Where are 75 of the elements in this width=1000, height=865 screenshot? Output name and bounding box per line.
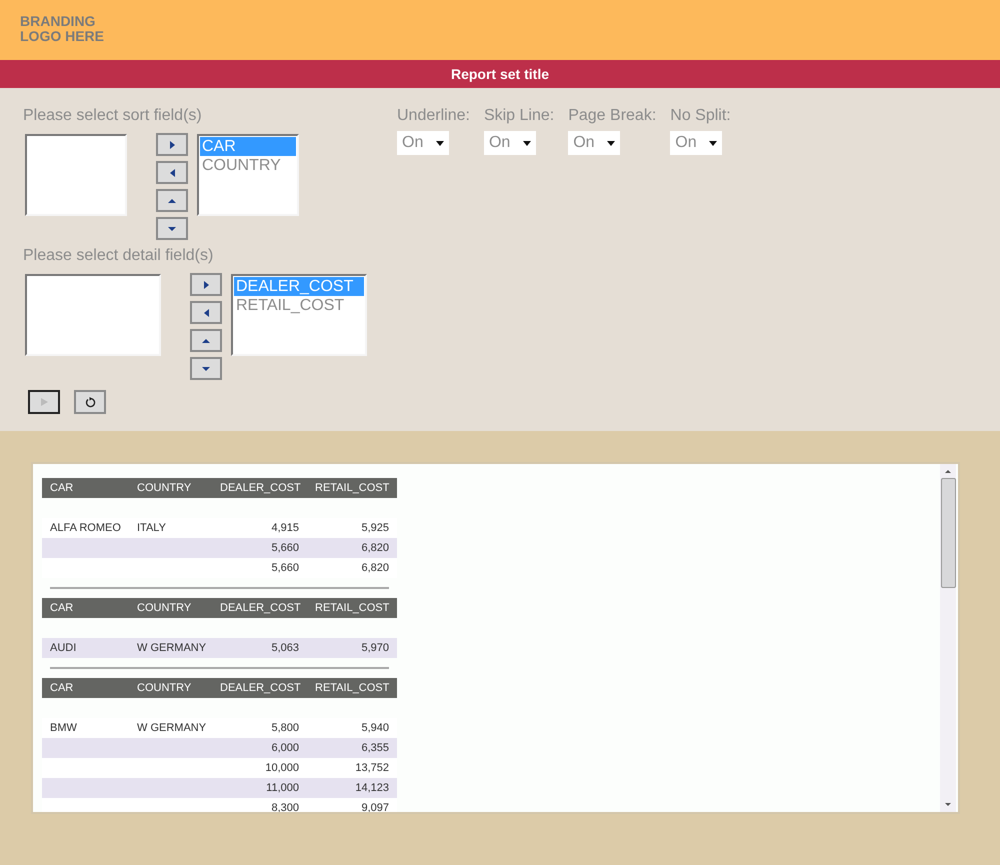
option-label: No Split: [670,106,731,126]
column-header: DEALER_COST [219,480,302,496]
move-left-button[interactable] [156,161,188,184]
branding-logo-text: LOGO HERE [20,29,106,44]
list-option[interactable]: RETAIL_COST [234,296,364,315]
run-button[interactable] [28,390,60,414]
reset-button[interactable] [74,390,106,414]
table-cell-text: ITALY [136,520,167,536]
dropdown-caret-icon [607,140,616,146]
option-dropdown[interactable]: On [568,131,620,155]
option-dropdown[interactable]: On [484,131,536,155]
table-cell-text: 5,925 [360,520,390,536]
dropdown-caret-icon [522,140,531,146]
column-header: DEALER_COST [219,600,302,616]
table-cell-text: 6,820 [360,560,390,576]
available-fields-list[interactable] [25,134,127,216]
table-cell-text: 5,660 [270,560,300,576]
table-cell-text: 6,355 [360,740,390,756]
play-icon [39,397,49,407]
scrollbar-thumb[interactable] [940,478,956,588]
triangle-right-icon [167,140,177,150]
table-cell-text: 9,097 [360,800,390,812]
dropdown-caret-icon [709,140,718,146]
table-cell-text: 10,000 [264,760,300,776]
column-header: RETAIL_COST [314,680,390,696]
field-picker-label: Please select detail field(s) [23,246,214,266]
move-down-button[interactable] [156,217,188,240]
report-title: Report set title [450,64,549,84]
move-down-button[interactable] [190,357,222,380]
table-cell-text: W GERMANY [136,720,208,736]
table-cell-text: 5,940 [360,720,390,736]
triangle-right-icon [201,280,211,290]
table-cell-text: AUDI [49,640,78,656]
branding-logo-text: BRANDING [20,14,96,29]
table-cell-text: 4,915 [270,520,300,536]
table-cell-text: 5,660 [270,540,300,556]
move-left-button[interactable] [190,301,222,324]
table-cell-text: BMW [49,720,78,736]
table-cell-text: W GERMANY [136,640,208,656]
option-label: Skip Line: [484,106,554,126]
move-up-button[interactable] [156,189,188,212]
option-label: Page Break: [568,106,656,126]
column-header: COUNTRY [136,600,192,616]
table-cell-text: 5,800 [270,720,300,736]
refresh-icon [84,396,96,408]
column-header: DEALER_COST [219,680,302,696]
dropdown-caret-icon [436,140,444,146]
option-dropdown[interactable]: On [670,131,722,155]
column-header: CAR [49,680,74,696]
move-up-button[interactable] [190,329,222,352]
option-label: Underline: [397,106,470,126]
move-right-button[interactable] [156,133,188,156]
scrollbar[interactable] [940,464,956,812]
table-cell-text: 6,000 [270,740,300,756]
table-cell-text: 5,063 [270,640,300,656]
list-option[interactable]: COUNTRY [200,156,296,175]
column-header: CAR [49,480,74,496]
list-option[interactable]: CAR [200,137,296,156]
table-cell-text: 13,752 [354,760,390,776]
table-cell-text: 5,970 [360,640,390,656]
move-right-button[interactable] [190,273,222,296]
table-cell-text: 11,000 [265,780,300,796]
column-header: COUNTRY [136,480,192,496]
column-header: CAR [49,600,74,616]
available-fields-list[interactable] [25,274,161,356]
table-cell-text: ALFA ROMEO [49,520,122,536]
table-cell-text: 14,123 [354,780,390,796]
column-header: COUNTRY [136,680,192,696]
column-header: RETAIL_COST [314,480,390,496]
column-header: RETAIL_COST [314,600,390,616]
table-cell-text: 6,820 [360,540,390,556]
table-cell-text: 8,300 [270,800,300,812]
option-dropdown[interactable]: On [397,131,449,155]
list-option[interactable]: DEALER_COST [234,277,364,296]
field-picker-label: Please select sort field(s) [23,106,203,126]
